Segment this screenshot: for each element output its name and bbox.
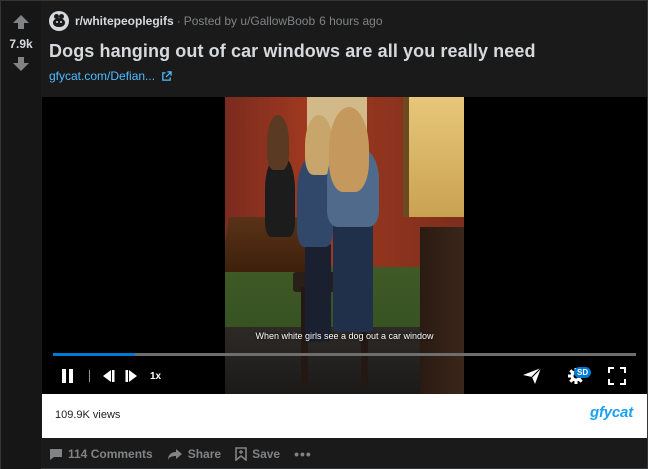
view-count: 109.9K views xyxy=(55,409,121,421)
share-button[interactable]: Share xyxy=(167,447,221,461)
gfycat-logo[interactable]: gfycat xyxy=(590,404,633,421)
posted-by-label: Posted by xyxy=(183,14,238,28)
share-icon xyxy=(167,448,182,460)
pause-icon[interactable] xyxy=(62,365,76,387)
subreddit-avatar-icon[interactable] xyxy=(49,11,69,31)
video-progress-fill xyxy=(53,353,135,356)
rewind-icon[interactable] xyxy=(100,365,116,387)
outbound-link-text: gfycat.com/Defian... xyxy=(49,69,156,83)
share-label: Share xyxy=(187,447,222,461)
vote-column: 7.9k xyxy=(1,1,41,469)
comments-label: 114 Comments xyxy=(68,447,153,461)
comment-icon xyxy=(50,448,62,460)
subreddit-link[interactable]: r/whitepeoplegifs xyxy=(75,14,174,28)
video-progress-bar[interactable] xyxy=(53,353,636,356)
vote-score: 7.9k xyxy=(9,37,33,51)
save-button[interactable]: Save xyxy=(235,447,280,461)
comments-button[interactable]: 114 Comments xyxy=(49,447,153,461)
save-label: Save xyxy=(252,447,281,461)
save-icon xyxy=(235,447,247,461)
quality-badge: SD xyxy=(574,367,592,378)
control-divider xyxy=(89,370,90,382)
fullscreen-icon[interactable] xyxy=(608,365,626,387)
video-player[interactable]: When white girls see a dog out a car win… xyxy=(42,97,647,394)
send-icon[interactable] xyxy=(522,365,542,387)
post-meta: r/whitepeoplegifs · Posted by u/GallowBo… xyxy=(49,11,383,31)
outbound-link[interactable]: gfycat.com/Defian... xyxy=(49,69,172,83)
post-card: 7.9k r/whitepeoplegifs · Posted by u/Gal… xyxy=(0,0,648,469)
post-time[interactable]: 6 hours ago xyxy=(319,14,382,28)
more-options-button[interactable]: ••• xyxy=(294,446,312,462)
meta-separator: · xyxy=(176,14,181,28)
external-link-icon xyxy=(162,70,172,81)
video-caption: When white girls see a dog out a car win… xyxy=(255,331,434,341)
video-stats-bar: 109.9K views gfycat xyxy=(42,394,647,438)
forward-icon[interactable] xyxy=(124,365,140,387)
playback-speed-button[interactable]: 1x xyxy=(150,365,161,387)
author-link[interactable]: u/GallowBoob xyxy=(240,14,315,28)
downvote-icon[interactable] xyxy=(12,56,30,72)
post-title[interactable]: Dogs hanging out of car windows are all … xyxy=(49,41,536,62)
post-actions: 114 Comments Share Save ••• xyxy=(49,445,312,463)
video-frame[interactable]: When white girls see a dog out a car win… xyxy=(225,97,464,394)
upvote-icon[interactable] xyxy=(12,14,30,30)
